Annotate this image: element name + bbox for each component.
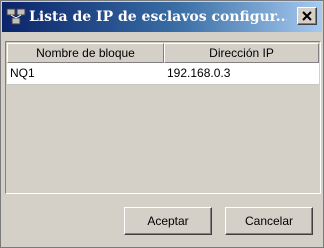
title-bar[interactable]: Lista de IP de esclavos configur...	[2, 2, 322, 32]
column-header-ip-address[interactable]: Dirección IP	[164, 43, 319, 63]
table-row[interactable]: NQ1 192.168.0.3	[7, 63, 319, 85]
ip-table[interactable]: Nombre de bloque Dirección IP NQ1 192.16…	[5, 41, 321, 194]
cancel-button[interactable]: Cancelar	[225, 207, 313, 235]
window-title: Lista de IP de esclavos configur...	[29, 9, 287, 25]
column-header-block-name[interactable]: Nombre de bloque	[7, 43, 164, 63]
table-header: Nombre de bloque Dirección IP	[7, 43, 319, 63]
slave-ip-list-dialog: Lista de IP de esclavos configur... Nomb…	[0, 0, 324, 248]
close-icon	[302, 11, 312, 21]
accept-button[interactable]: Aceptar	[124, 207, 212, 235]
cell-ip-address: 192.168.0.3	[167, 66, 231, 80]
cell-block-name: NQ1	[10, 66, 35, 80]
network-app-icon	[6, 8, 26, 26]
close-button[interactable]	[297, 7, 317, 25]
